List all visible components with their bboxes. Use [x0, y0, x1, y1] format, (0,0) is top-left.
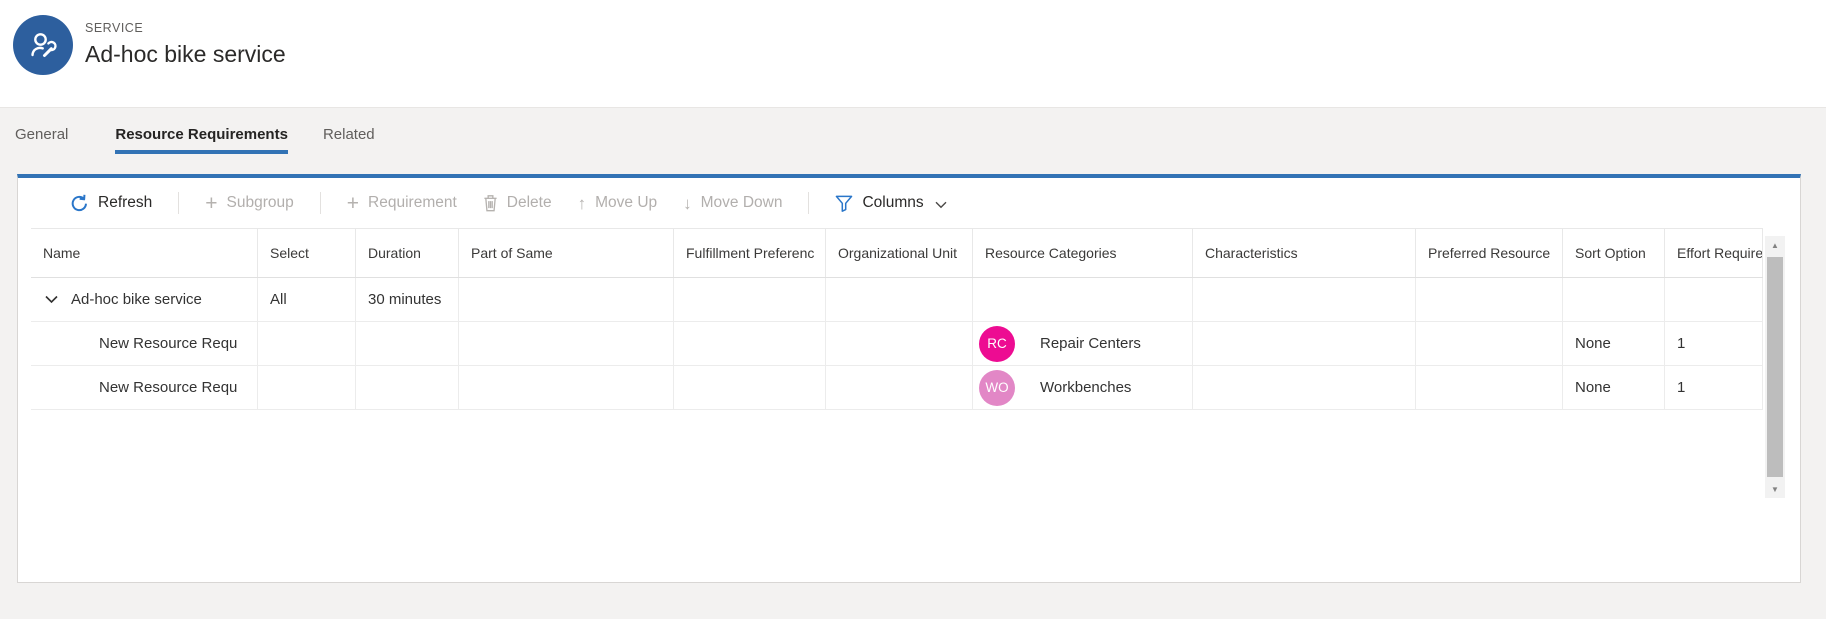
- tab-general[interactable]: General: [15, 108, 68, 154]
- form-tabbar: General Resource Requirements Related: [15, 108, 375, 154]
- cell-sort-option[interactable]: None: [1563, 366, 1665, 409]
- record-entity-label: SERVICE: [85, 21, 143, 35]
- person-wrench-icon: [25, 27, 61, 63]
- move-up-button[interactable]: ↑ Move Up: [578, 194, 658, 212]
- toolbar-separator: [320, 192, 321, 214]
- cell-name[interactable]: New Resource Requ: [31, 322, 258, 365]
- columns-button[interactable]: Columns: [835, 194, 946, 212]
- cell-resource-categories[interactable]: WO Workbenches: [973, 366, 1193, 409]
- resource-requirements-panel: Refresh + Subgroup + Requirement Delete …: [17, 174, 1801, 583]
- cell-effort-required[interactable]: [1665, 278, 1763, 321]
- plus-icon: +: [347, 193, 359, 214]
- table-row-service: Ad-hoc bike service All 30 minutes: [31, 278, 1763, 322]
- cell-part-of-same[interactable]: [459, 278, 674, 321]
- chevron-down-icon[interactable]: [45, 295, 58, 304]
- cell-organizational-unit[interactable]: [826, 278, 973, 321]
- cell-fulfillment-preference[interactable]: [674, 366, 826, 409]
- cell-resource-categories[interactable]: RC Repair Centers: [973, 322, 1193, 365]
- trash-icon: [483, 194, 498, 212]
- vertical-scrollbar[interactable]: ▲ ▼: [1765, 236, 1785, 498]
- cell-organizational-unit[interactable]: [826, 366, 973, 409]
- table-row-requirement: New Resource Requ RC Repair Centers None…: [31, 322, 1763, 366]
- filter-funnel-icon: [835, 195, 853, 212]
- add-requirement-button[interactable]: + Requirement: [347, 193, 457, 214]
- cell-select[interactable]: [258, 366, 356, 409]
- column-header-organizational-unit[interactable]: Organizational Unit: [826, 229, 973, 277]
- record-header: SERVICE Ad-hoc bike service: [0, 0, 1826, 108]
- scrollbar-thumb[interactable]: [1767, 257, 1783, 477]
- service-row-name: Ad-hoc bike service: [71, 291, 202, 308]
- cell-preferred-resource[interactable]: [1416, 366, 1563, 409]
- cell-characteristics[interactable]: [1193, 366, 1416, 409]
- cell-characteristics[interactable]: [1193, 278, 1416, 321]
- toolbar-separator: [178, 192, 179, 214]
- cell-duration[interactable]: 30 minutes: [356, 278, 459, 321]
- move-down-button[interactable]: ↓ Move Down: [683, 194, 782, 212]
- cell-preferred-resource[interactable]: [1416, 278, 1563, 321]
- cell-preferred-resource[interactable]: [1416, 322, 1563, 365]
- cell-sort-option[interactable]: [1563, 278, 1665, 321]
- category-badge: WO: [979, 370, 1015, 406]
- column-header-fulfillment-preference[interactable]: Fulfillment Preferenc: [674, 229, 826, 277]
- page-title: Ad-hoc bike service: [85, 41, 286, 68]
- service-record-page: { "record": { "entity_label": "SERVICE",…: [0, 0, 1826, 619]
- cell-select[interactable]: All: [258, 278, 356, 321]
- category-badge: RC: [979, 326, 1015, 362]
- chevron-down-icon: [935, 201, 947, 209]
- refresh-button[interactable]: Refresh: [70, 194, 152, 213]
- column-header-select[interactable]: Select: [258, 229, 356, 277]
- cell-sort-option[interactable]: None: [1563, 322, 1665, 365]
- toolbar-separator: [808, 192, 809, 214]
- cell-duration[interactable]: [356, 322, 459, 365]
- category-label: Repair Centers: [1040, 335, 1141, 352]
- arrow-up-icon: ↑: [578, 195, 587, 212]
- tab-related[interactable]: Related: [323, 108, 375, 154]
- column-header-characteristics[interactable]: Characteristics: [1193, 229, 1416, 277]
- cell-name[interactable]: Ad-hoc bike service: [31, 278, 258, 321]
- cell-organizational-unit[interactable]: [826, 322, 973, 365]
- cell-part-of-same[interactable]: [459, 366, 674, 409]
- arrow-down-icon: ↓: [683, 195, 692, 212]
- service-avatar: [13, 15, 73, 75]
- column-header-sort-option[interactable]: Sort Option: [1563, 229, 1665, 277]
- scroll-down-arrow-icon[interactable]: ▼: [1765, 482, 1785, 496]
- category-label: Workbenches: [1040, 379, 1131, 396]
- grid-header-row: Name Select Duration Part of Same Fulfil…: [31, 228, 1763, 278]
- delete-button[interactable]: Delete: [483, 194, 552, 212]
- table-row-requirement: New Resource Requ WO Workbenches None 1: [31, 366, 1763, 410]
- cell-resource-categories[interactable]: [973, 278, 1193, 321]
- refresh-icon: [70, 194, 89, 213]
- column-header-effort-required[interactable]: Effort Require: [1665, 229, 1763, 277]
- cell-fulfillment-preference[interactable]: [674, 278, 826, 321]
- cell-effort-required[interactable]: 1: [1665, 366, 1763, 409]
- column-header-name[interactable]: Name: [31, 229, 258, 277]
- plus-icon: +: [205, 193, 217, 214]
- cell-part-of-same[interactable]: [459, 322, 674, 365]
- column-header-preferred-resource[interactable]: Preferred Resource: [1416, 229, 1563, 277]
- column-header-part-of-same[interactable]: Part of Same: [459, 229, 674, 277]
- cell-name[interactable]: New Resource Requ: [31, 366, 258, 409]
- tab-resource-requirements[interactable]: Resource Requirements: [115, 108, 288, 154]
- scroll-up-arrow-icon[interactable]: ▲: [1765, 238, 1785, 252]
- cell-characteristics[interactable]: [1193, 322, 1416, 365]
- cell-select[interactable]: [258, 322, 356, 365]
- grid-toolbar: Refresh + Subgroup + Requirement Delete …: [18, 178, 1800, 228]
- cell-fulfillment-preference[interactable]: [674, 322, 826, 365]
- add-subgroup-button[interactable]: + Subgroup: [205, 193, 294, 214]
- requirements-grid: Name Select Duration Part of Same Fulfil…: [31, 228, 1763, 410]
- column-header-duration[interactable]: Duration: [356, 229, 459, 277]
- column-header-resource-categories[interactable]: Resource Categories: [973, 229, 1193, 277]
- cell-effort-required[interactable]: 1: [1665, 322, 1763, 365]
- cell-duration[interactable]: [356, 366, 459, 409]
